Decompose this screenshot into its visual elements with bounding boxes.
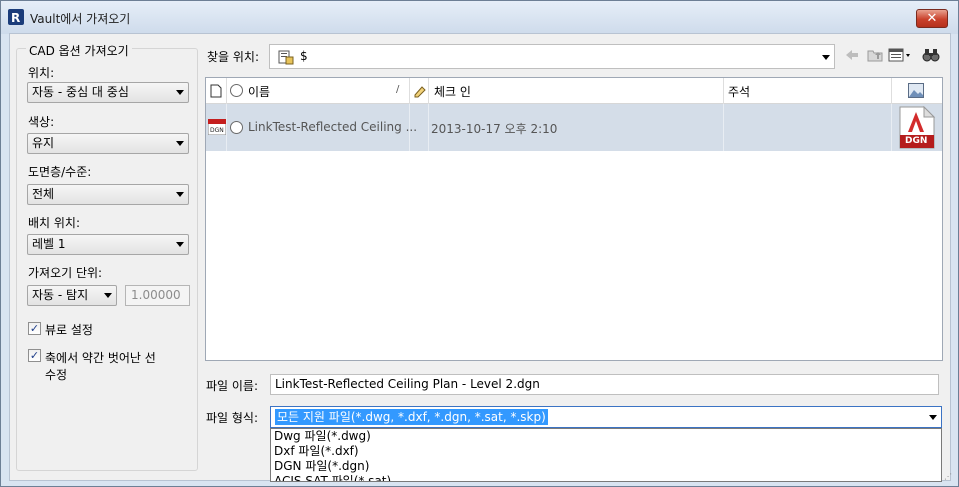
chevron-down-icon <box>176 242 184 247</box>
resize-grip-icon[interactable]: ⋰ <box>944 472 954 482</box>
back-icon[interactable] <box>844 46 860 64</box>
file-type-column-icon <box>210 84 222 98</box>
layers-select[interactable]: 전체 <box>27 184 189 205</box>
chevron-down-icon <box>176 90 184 95</box>
vault-folder-icon <box>278 50 294 65</box>
dialog-window: R Vault에서 가져오기 ✕ CAD 옵션 가져오기 위치: 자동 - 중심… <box>0 0 959 487</box>
column-name[interactable]: 이름 <box>248 83 270 100</box>
units-select[interactable]: 자동 - 탐지 <box>27 285 117 306</box>
group-title: CAD 옵션 가져오기 <box>26 42 132 59</box>
position-select[interactable]: 자동 - 중심 대 중심 <box>27 82 189 103</box>
chevron-down-icon <box>104 293 112 298</box>
orient-view-checkbox[interactable]: ✓ <box>28 322 41 335</box>
row-checkin: 2013-10-17 오후 2:10 <box>431 122 558 136</box>
filetype-option[interactable]: Dxf 파일(*.dxf) <box>271 444 941 459</box>
placement-select[interactable]: 레벨 1 <box>27 234 189 255</box>
title-bar[interactable]: R Vault에서 가져오기 ✕ <box>1 1 958 34</box>
filetype-label: 파일 형식: <box>206 411 259 425</box>
checkout-column-icon <box>414 86 426 98</box>
color-label: 색상: <box>28 115 55 129</box>
lookin-select[interactable]: $ <box>269 44 835 69</box>
list-header: 이름 / 체크 인 주석 <box>206 78 942 104</box>
find-icon[interactable] <box>922 46 940 64</box>
svg-text:DGN: DGN <box>210 127 224 134</box>
up-folder-icon[interactable] <box>867 46 883 64</box>
filetype-option[interactable]: DGN 파일(*.dgn) <box>271 459 941 474</box>
revit-app-icon: R <box>8 9 24 25</box>
column-checkin[interactable]: 체크 인 <box>434 83 471 100</box>
correct-lines-label-2: 수정 <box>45 368 68 382</box>
correct-lines-checkbox[interactable]: ✓ <box>28 349 41 362</box>
status-icon <box>230 121 243 134</box>
correct-lines-label: 축에서 약간 벗어난 선 <box>45 351 156 365</box>
units-value: 자동 - 탐지 <box>32 288 89 302</box>
filename-input[interactable]: LinkTest-Reflected Ceiling Plan - Level … <box>270 374 939 395</box>
filename-label: 파일 이름: <box>206 379 259 393</box>
layers-value: 전체 <box>32 187 55 201</box>
cad-options-group <box>16 48 198 471</box>
thumbnail-column-icon <box>908 83 924 98</box>
position-label: 위치: <box>28 66 55 80</box>
chevron-down-icon <box>822 55 830 60</box>
lookin-label: 찾을 위치: <box>207 50 260 64</box>
status-column-icon <box>230 84 243 97</box>
views-menu-icon[interactable] <box>888 46 912 64</box>
layers-label: 도면층/수준: <box>28 165 92 179</box>
filetype-options: Dwg 파일(*.dwg) Dxf 파일(*.dxf) DGN 파일(*.dgn… <box>270 428 942 482</box>
position-value: 자동 - 중심 대 중심 <box>32 85 129 99</box>
color-select[interactable]: 유지 <box>27 133 189 154</box>
lookin-value: $ <box>300 49 308 63</box>
chevron-down-icon <box>176 141 184 146</box>
thumbnail-badge: DGN <box>905 136 928 146</box>
file-list[interactable]: 이름 / 체크 인 주석 DGN LinkTest-Reflected Ceil… <box>205 77 943 361</box>
chevron-down-icon <box>176 192 184 197</box>
column-comment[interactable]: 주석 <box>728 83 750 100</box>
filetype-select[interactable]: 모든 지원 파일(*.dwg, *.dxf, *.dgn, *.sat, *.s… <box>270 406 942 428</box>
color-value: 유지 <box>32 136 55 150</box>
dgn-thumbnail-icon: DGN <box>896 105 936 149</box>
close-button[interactable]: ✕ <box>916 9 948 28</box>
units-label: 가져오기 단위: <box>28 266 103 280</box>
dialog-body: CAD 옵션 가져오기 위치: 자동 - 중심 대 중심 색상: 유지 도면층/… <box>9 33 951 482</box>
scale-input[interactable]: 1.00000 <box>125 285 190 306</box>
sort-indicator-icon: / <box>396 84 400 95</box>
filetype-value: 모든 지원 파일(*.dwg, *.dxf, *.dgn, *.sat, *.s… <box>275 409 548 425</box>
filetype-option[interactable]: Dwg 파일(*.dwg) <box>271 429 941 444</box>
chevron-down-icon <box>929 415 937 420</box>
window-title: Vault에서 가져오기 <box>30 12 131 26</box>
svg-text:R: R <box>11 11 20 25</box>
orient-view-label: 뷰로 설정 <box>45 323 93 337</box>
table-row[interactable]: DGN LinkTest-Reflected Ceiling ... 2013-… <box>206 104 942 151</box>
row-name: LinkTest-Reflected Ceiling ... <box>248 120 418 134</box>
filetype-option[interactable]: ACIS SAT 파일(*.sat) <box>271 474 941 481</box>
dgn-file-icon: DGN <box>208 119 226 135</box>
placement-value: 레벨 1 <box>32 237 66 251</box>
placement-label: 배치 위치: <box>28 216 81 230</box>
